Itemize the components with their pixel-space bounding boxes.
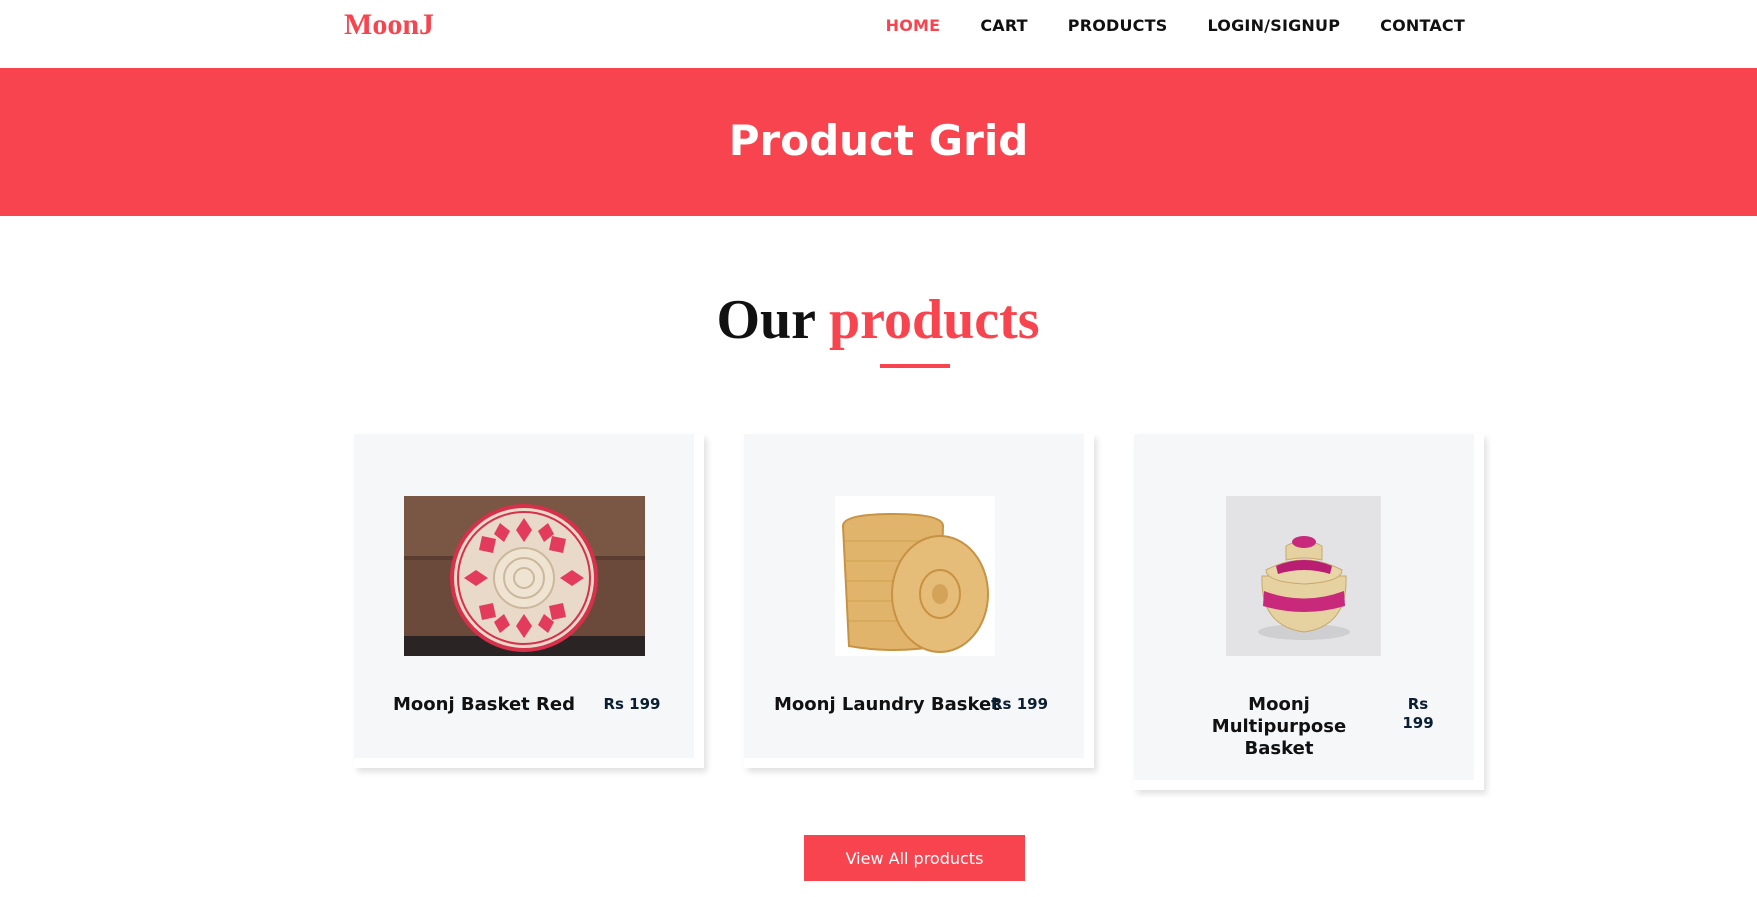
section-title-word: Our — [716, 289, 815, 351]
nav-item-products[interactable]: PRODUCTS — [1068, 16, 1168, 35]
section-title-accent: products — [828, 289, 1040, 351]
product-card[interactable]: Moonj Multipurpose Basket Rs 199 — [1134, 434, 1484, 790]
product-price: Rs 199 — [991, 695, 1049, 713]
nav-item-home[interactable]: HOME — [886, 16, 941, 35]
nav-item-cart[interactable]: CART — [980, 16, 1027, 35]
main-nav: HOME CART PRODUCTS LOGIN/SIGNUP CONTACT — [846, 16, 1465, 35]
product-image[interactable] — [404, 496, 645, 656]
section-title: Our products — [0, 288, 1757, 352]
site-header: MoonJ HOME CART PRODUCTS LOGIN/SIGNUP CO… — [0, 0, 1757, 68]
brand-logo[interactable]: MoonJ — [344, 8, 434, 42]
product-image[interactable] — [1226, 496, 1381, 656]
title-underline — [880, 364, 950, 368]
banner-title: Product Grid — [728, 116, 1029, 165]
page-banner: Product Grid — [0, 68, 1757, 216]
product-name[interactable]: Moonj Multipurpose Basket — [1184, 694, 1374, 760]
product-price: Rs 199 — [1402, 695, 1434, 732]
nav-item-login-signup[interactable]: LOGIN/SIGNUP — [1207, 16, 1340, 35]
view-all-products-button[interactable]: View All products — [804, 835, 1025, 881]
product-name[interactable]: Moonj Laundry Basket — [774, 694, 1004, 716]
product-name[interactable]: Moonj Basket Red — [384, 694, 584, 716]
product-price: Rs 199 — [603, 695, 661, 713]
nav-item-contact[interactable]: CONTACT — [1380, 16, 1465, 35]
product-card[interactable]: Moonj Laundry Basket Rs 199 — [744, 434, 1094, 768]
product-card[interactable]: Moonj Basket Red Rs 199 — [354, 434, 704, 768]
product-image[interactable] — [835, 496, 995, 656]
